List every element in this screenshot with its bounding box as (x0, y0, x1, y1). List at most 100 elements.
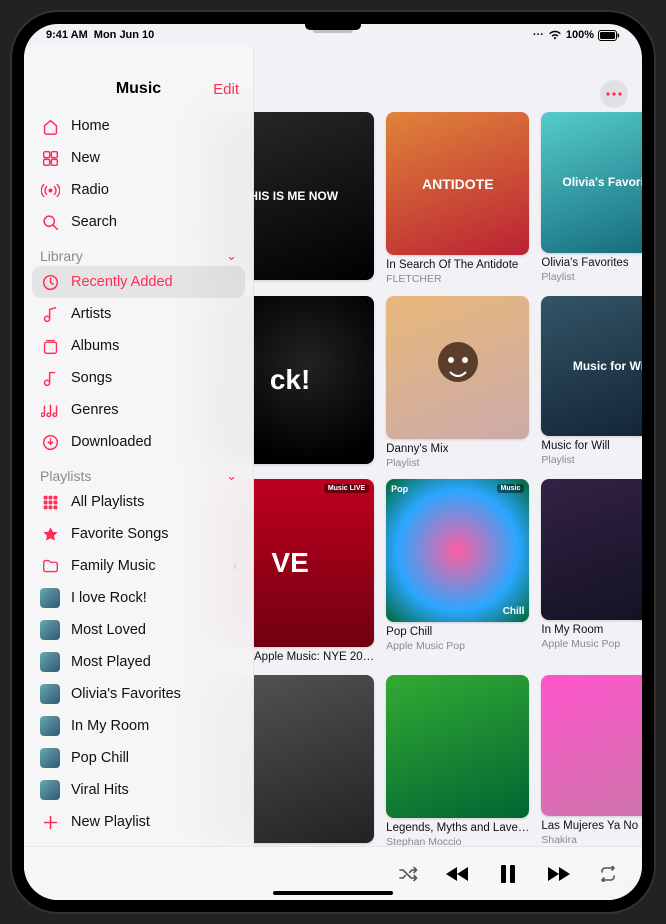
mood-badge: Chill (503, 606, 525, 617)
tile-title: In Search Of The Antidote (386, 259, 529, 273)
albums-icon (40, 338, 60, 355)
tile-title: Apple Music: NYE 20… (254, 651, 374, 665)
library-albums[interactable]: Albums (32, 330, 245, 362)
album-art (386, 296, 529, 439)
playlist-art-icon (40, 780, 60, 800)
downloaded-icon (40, 434, 60, 451)
nav-radio[interactable]: Radio (32, 174, 245, 206)
playlist-art-icon (40, 684, 60, 704)
library-songs[interactable]: Songs (32, 362, 245, 394)
playlist-family-music[interactable]: Family Music › (32, 550, 245, 582)
plus-icon (40, 814, 60, 831)
playlists-header[interactable]: Playlists⌄ (32, 458, 245, 486)
playlists-label: Playlists (40, 468, 91, 484)
status-date: Mon Jun 10 (94, 29, 155, 41)
library-artists[interactable]: Artists (32, 298, 245, 330)
chevron-right-icon: › (233, 559, 237, 573)
apple-music-badge: Music (497, 484, 525, 493)
grid-icon (40, 494, 60, 511)
battery-pct: 100% (566, 29, 594, 41)
playlist-item-label: Pop Chill (71, 750, 129, 766)
playlist-art-icon (40, 748, 60, 768)
wifi-icon (548, 30, 562, 40)
sidebar: Music Edit HomeNewRadioSearchLibrary⌄Rec… (24, 46, 254, 900)
album-art: ANTIDOTE (386, 112, 529, 255)
grid-tile[interactable] (254, 675, 374, 846)
tile-title: Olivia's Favorites (541, 257, 642, 271)
grid-tile[interactable]: Olivia's FavoritesOlivia's FavoritesPlay… (541, 112, 642, 286)
status-time: 9:41 AM (46, 29, 88, 41)
nav-label: Search (71, 214, 117, 230)
previous-button[interactable] (446, 862, 470, 886)
genres-icon (40, 403, 60, 418)
apple-music-live-badge: Music LIVE (324, 484, 369, 493)
grid-tile[interactable]: Las Mujeres Ya No Lloran★Shakira (541, 675, 642, 846)
edit-button[interactable]: Edit (213, 81, 239, 98)
playlist-in-my-room[interactable]: In My Room (32, 710, 245, 742)
grid-tile[interactable]: THIS IS ME NOW (254, 112, 374, 286)
playlist-item-label: Family Music (71, 558, 156, 574)
library-recently-added[interactable]: Recently Added (32, 266, 245, 298)
album-art: Music (541, 479, 642, 620)
playlist-viral-hits[interactable]: Viral Hits (32, 774, 245, 806)
nav-new[interactable]: New (32, 142, 245, 174)
tile-subtitle: Playlist (386, 457, 529, 470)
battery-icon (598, 30, 620, 41)
playlist-item-label: Viral Hits (71, 782, 129, 798)
grid-tile[interactable]: VEMusic LIVEApple Music: NYE 20… (254, 479, 374, 665)
playlist-art-icon (40, 620, 60, 640)
playlist-i-love-rock-[interactable]: I love Rock! (32, 582, 245, 614)
grid-tile[interactable]: MusicIn My RoomApple Music Pop (541, 479, 642, 665)
pause-button[interactable] (496, 862, 520, 886)
recent-icon (40, 274, 60, 291)
nav-label: New (71, 150, 100, 166)
shuffle-button[interactable] (396, 862, 420, 886)
tile-title: Pop Chill (386, 626, 529, 640)
album-art: Olivia's Favorites (541, 112, 642, 253)
playlist-item-label: Most Loved (71, 622, 146, 638)
library-genres[interactable]: Genres (32, 394, 245, 426)
next-button[interactable] (546, 862, 570, 886)
repeat-button[interactable] (596, 862, 620, 886)
sidebar-scroll[interactable]: Home New Radio Search Library⌄Recently Added… (24, 108, 253, 900)
playlist-item-label: Olivia's Favorites (71, 686, 181, 702)
dots-icon: ··· (533, 29, 544, 41)
playlist-most-loved[interactable]: Most Loved (32, 614, 245, 646)
art-text: Music for Will (567, 353, 642, 379)
playlist-item-label: I love Rock! (71, 590, 147, 606)
folder-icon (40, 559, 60, 574)
nav-label: Home (71, 118, 110, 134)
new-playlist-button[interactable]: New Playlist (32, 806, 245, 838)
playlist-pop-chill[interactable]: Pop Chill (32, 742, 245, 774)
new-playlist-label: New Playlist (71, 814, 150, 830)
more-button[interactable] (600, 80, 628, 108)
device-frame: 9:41 AM Mon Jun 10 ··· 100% THIS IS ME N… (10, 10, 656, 914)
art-text: Olivia's Favorites (556, 169, 642, 195)
album-grid: THIS IS ME NOWANTIDOTE In Search Of The A… (254, 112, 630, 846)
library-header[interactable]: Library⌄ (32, 238, 245, 266)
playlist-most-played[interactable]: Most Played (32, 646, 245, 678)
grid-tile[interactable]: Music for WillMusic for WillPlaylist (541, 296, 642, 470)
new-icon (40, 150, 60, 167)
library-downloaded[interactable]: Downloaded (32, 426, 245, 458)
playlist-favorite-songs[interactable]: Favorite Songs (32, 518, 245, 550)
library-label: Library (40, 248, 83, 264)
grid-tile[interactable]: ANTIDOTE In Search Of The AntidoteFLETCHE… (386, 112, 529, 286)
library-item-label: Songs (71, 370, 112, 386)
playlist-all-playlists[interactable]: All Playlists (32, 486, 245, 518)
tile-subtitle: FLETCHER (386, 273, 529, 286)
grid-tile[interactable]: Legends, Myths and Lave…Stephan Moccio (386, 675, 529, 846)
album-art (541, 675, 642, 816)
tile-title: In My Room (541, 624, 642, 638)
grid-tile[interactable]: ck! (254, 296, 374, 470)
nav-label: Radio (71, 182, 109, 198)
multitask-grabber[interactable] (313, 28, 353, 33)
tile-title: Music for Will (541, 440, 642, 454)
tile-subtitle: Apple Music Pop (386, 640, 529, 653)
home-indicator[interactable] (273, 891, 393, 895)
grid-tile[interactable]: MusicPopChillPop ChillApple Music Pop (386, 479, 529, 665)
nav-home[interactable]: Home (32, 110, 245, 142)
nav-search[interactable]: Search (32, 206, 245, 238)
playlist-olivia-s-favorites[interactable]: Olivia's Favorites (32, 678, 245, 710)
grid-tile[interactable]: Danny's MixPlaylist (386, 296, 529, 470)
